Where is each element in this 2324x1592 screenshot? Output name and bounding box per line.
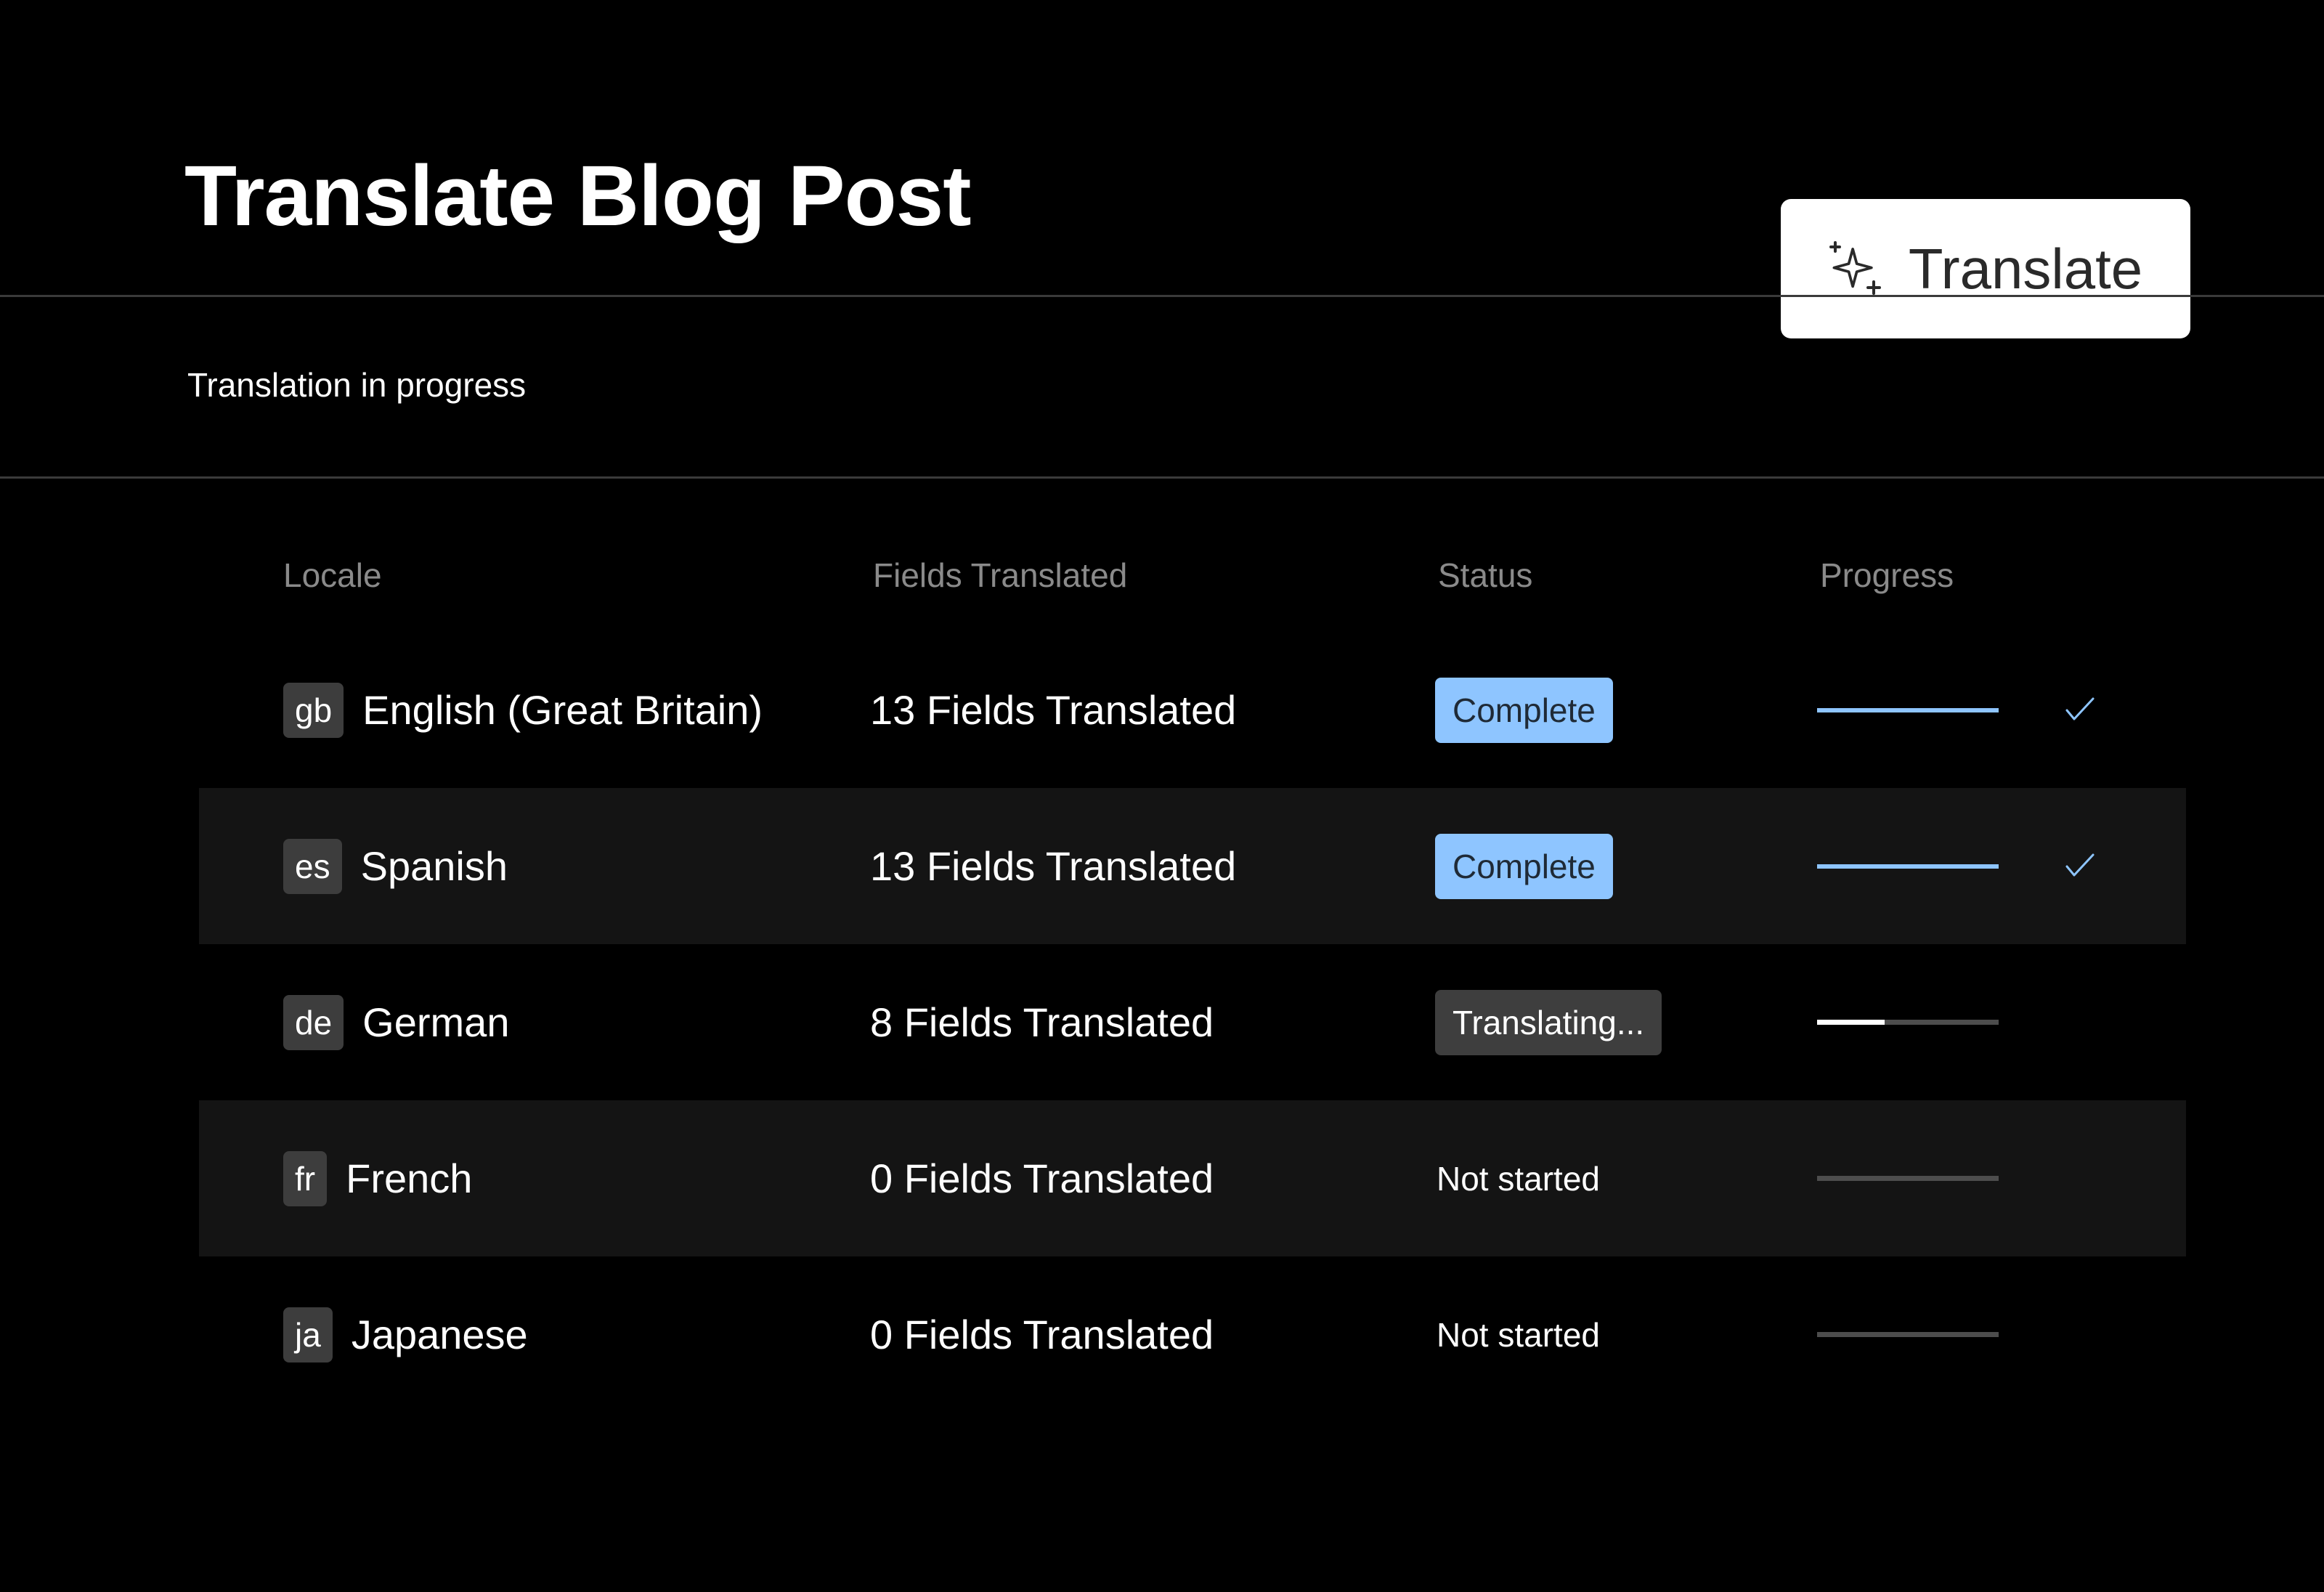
progress-bar bbox=[1817, 1176, 1999, 1181]
table-row-ja[interactable]: ja Japanese 0 Fields Translated Not star… bbox=[199, 1256, 2186, 1413]
progress-bar-fill bbox=[1817, 707, 1999, 712]
sparkles-icon bbox=[1829, 241, 1881, 295]
table-row-gb[interactable]: gb English (Great Britain) 13 Fields Tra… bbox=[199, 632, 2186, 788]
status-cell: Not started bbox=[1435, 1256, 1601, 1413]
progress-cell bbox=[1817, 788, 2122, 944]
checkmark-icon bbox=[2065, 853, 2095, 876]
fields-translated-count: 0 Fields Translated bbox=[870, 1312, 1214, 1357]
locale-name: English (Great Britain) bbox=[362, 687, 763, 733]
status-cell: Translating... bbox=[1435, 944, 1662, 1100]
status-badge: Not started bbox=[1437, 1159, 1600, 1198]
locale-name: Japanese bbox=[351, 1312, 528, 1357]
locales-table: Locale Fields Translated Status Progress… bbox=[199, 523, 2186, 1413]
column-header-fields-translated: Fields Translated bbox=[873, 556, 1128, 594]
fields-translated-count: 8 Fields Translated bbox=[870, 999, 1214, 1045]
locale-code-badge: de bbox=[283, 994, 344, 1050]
table-row-es[interactable]: es Spanish 13 Fields Translated Complete bbox=[199, 788, 2186, 944]
locale-name: Spanish bbox=[360, 843, 508, 889]
progress-bar-fill bbox=[1817, 1020, 1885, 1025]
locale-code-badge: gb bbox=[283, 682, 344, 738]
status-badge: Translating... bbox=[1435, 989, 1662, 1055]
translate-button-label: Translate bbox=[1908, 236, 2143, 301]
progress-cell bbox=[1817, 1100, 2122, 1256]
column-header-locale: Locale bbox=[283, 556, 382, 594]
locale-cell: es Spanish bbox=[283, 788, 508, 944]
status-badge: Not started bbox=[1437, 1315, 1600, 1354]
progress-bar-fill bbox=[1817, 864, 1999, 869]
page-title: Translate Blog Post bbox=[184, 148, 972, 244]
status-cell: Complete bbox=[1435, 788, 1613, 944]
locale-name: French bbox=[346, 1156, 473, 1201]
table-row-de[interactable]: de German 8 Fields Translated Translatin… bbox=[199, 944, 2186, 1100]
locale-code-badge: es bbox=[283, 838, 342, 894]
table-row-fr[interactable]: fr French 0 Fields Translated Not starte… bbox=[199, 1100, 2186, 1256]
progress-cell bbox=[1817, 1256, 2122, 1413]
progress-cell bbox=[1817, 944, 2122, 1100]
translate-button[interactable]: Translate bbox=[1781, 199, 2190, 338]
locale-cell: ja Japanese bbox=[283, 1256, 528, 1413]
locale-code-badge: ja bbox=[283, 1307, 333, 1362]
fields-translated-count: 13 Fields Translated bbox=[870, 843, 1237, 889]
section-divider bbox=[0, 476, 2324, 479]
fields-translated-count: 13 Fields Translated bbox=[870, 687, 1237, 733]
column-header-progress: Progress bbox=[1820, 556, 1954, 594]
status-cell: Complete bbox=[1435, 632, 1613, 788]
status-subtitle: Translation in progress bbox=[187, 366, 527, 404]
progress-bar bbox=[1817, 1332, 1999, 1337]
checkmark-icon bbox=[2065, 697, 2095, 720]
progress-bar bbox=[1817, 1020, 1999, 1025]
locale-code-badge: fr bbox=[283, 1150, 328, 1206]
status-badge: Complete bbox=[1435, 677, 1613, 743]
locale-name: German bbox=[362, 999, 510, 1045]
status-badge: Complete bbox=[1435, 833, 1613, 899]
header-divider bbox=[0, 295, 2324, 297]
fields-translated-count: 0 Fields Translated bbox=[870, 1156, 1214, 1201]
progress-bar bbox=[1817, 864, 1999, 869]
progress-cell bbox=[1817, 632, 2122, 788]
progress-bar bbox=[1817, 707, 1999, 712]
table-header: Locale Fields Translated Status Progress bbox=[199, 523, 2186, 632]
locale-cell: de German bbox=[283, 944, 509, 1100]
locale-cell: gb English (Great Britain) bbox=[283, 632, 763, 788]
status-cell: Not started bbox=[1435, 1100, 1601, 1256]
locale-cell: fr French bbox=[283, 1100, 472, 1256]
table-body: gb English (Great Britain) 13 Fields Tra… bbox=[199, 632, 2186, 1413]
column-header-status: Status bbox=[1438, 556, 1533, 594]
